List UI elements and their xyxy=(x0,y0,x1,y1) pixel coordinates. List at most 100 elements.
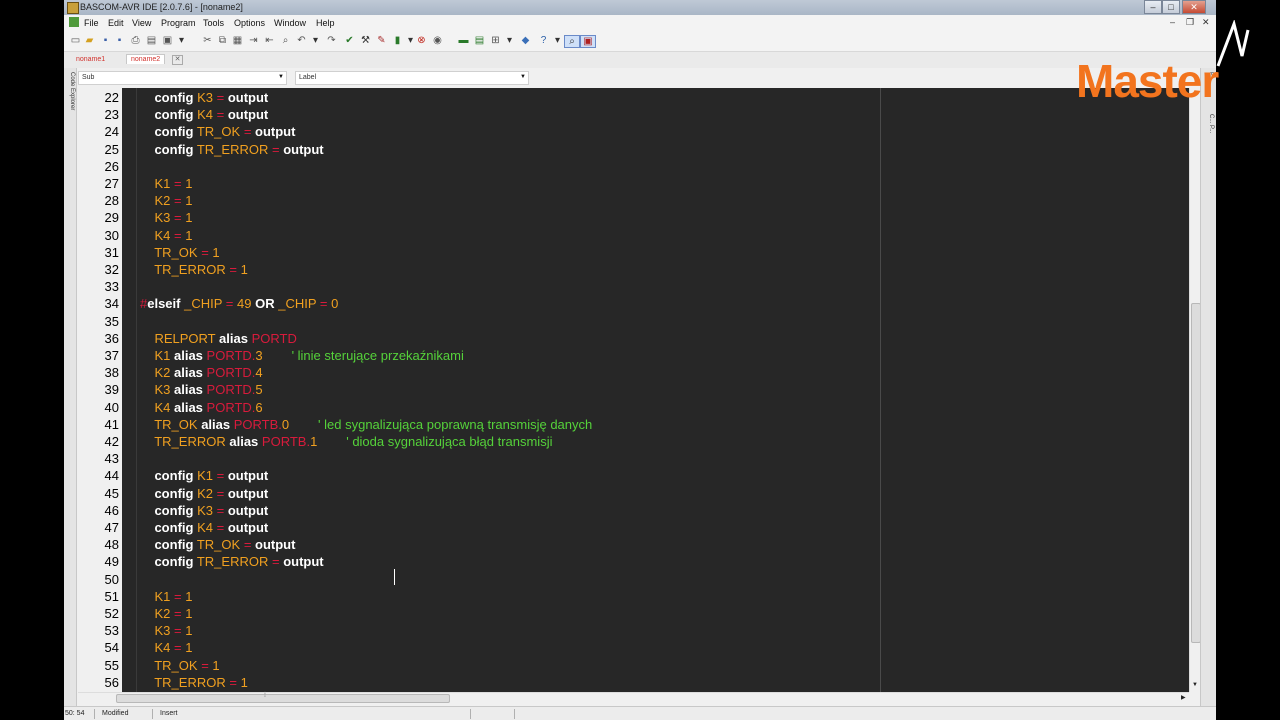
code-line[interactable]: 53 K3 = 1 xyxy=(78,622,1189,639)
tab-noname1[interactable]: noname1 xyxy=(72,55,109,64)
stop-icon[interactable]: ⊗ xyxy=(416,35,427,46)
code-line[interactable]: 55 TR_OK = 1 xyxy=(78,657,1189,674)
redo-icon[interactable]: ↷ xyxy=(326,35,337,46)
lcd-designer-icon[interactable]: ▤ xyxy=(474,35,485,46)
print-preview-icon[interactable]: ▤ xyxy=(146,35,157,46)
mdi-close-button[interactable]: ✕ xyxy=(1202,17,1210,28)
menu-file[interactable]: File xyxy=(84,18,99,28)
code-line[interactable]: 23 config K4 = output xyxy=(78,106,1189,123)
bookmark-icon[interactable]: ◆ xyxy=(520,35,531,46)
code-line[interactable]: 56 TR_ERROR = 1 xyxy=(78,674,1189,691)
properties-icon[interactable]: ▣ xyxy=(162,35,173,46)
code-line[interactable]: 31 TR_OK = 1 xyxy=(78,244,1189,261)
code-line[interactable]: 30 K4 = 1 xyxy=(78,227,1189,244)
code-line[interactable]: 41 TR_OK alias PORTB.0 ' led sygnalizują… xyxy=(78,416,1189,433)
code-line[interactable]: 52 K2 = 1 xyxy=(78,605,1189,622)
code-line[interactable]: 46 config K3 = output xyxy=(78,502,1189,519)
menu-options[interactable]: Options xyxy=(234,18,265,28)
indent-icon[interactable]: ⇥ xyxy=(248,35,259,46)
code-line[interactable]: 32 TR_ERROR = 1 xyxy=(78,261,1189,278)
code-line[interactable]: 36 RELPORT alias PORTD xyxy=(78,330,1189,347)
code-line[interactable]: 34 #elseif _CHIP = 49 OR _CHIP = 0 xyxy=(78,295,1189,312)
simulate-icon[interactable]: ▮ xyxy=(392,35,403,46)
mdi-minimize-button[interactable]: – xyxy=(1170,17,1175,27)
code-line[interactable]: 29 K3 = 1 xyxy=(78,209,1189,226)
code-line[interactable]: 25 config TR_ERROR = output xyxy=(78,141,1189,158)
status-cursor-position: 50: 54 xyxy=(65,710,85,717)
menu-window[interactable]: Window xyxy=(274,18,306,28)
save-all-icon[interactable]: ▪ xyxy=(114,35,125,46)
dropdown-arrow-icon[interactable]: ▾ xyxy=(310,35,321,46)
close-tab-icon[interactable]: ✕ xyxy=(172,55,183,65)
dropdown-arrow-icon[interactable]: ▾ xyxy=(504,35,515,46)
horizontal-scroll-thumb[interactable] xyxy=(116,694,450,703)
code-line[interactable]: 40 K4 alias PORTD.6 xyxy=(78,399,1189,416)
scroll-right-icon[interactable]: ▶ xyxy=(1181,694,1186,701)
code-line[interactable]: 27 K1 = 1 xyxy=(78,175,1189,192)
debug-icon[interactable]: ◉ xyxy=(432,35,443,46)
close-button[interactable]: ✕ xyxy=(1182,0,1206,14)
code-line[interactable]: 45 config K2 = output xyxy=(78,485,1189,502)
code-line[interactable]: 33 xyxy=(78,278,1189,295)
dropdown-arrow-icon[interactable]: ▾ xyxy=(176,35,187,46)
tab-noname2[interactable]: noname2 xyxy=(126,54,166,64)
chip-settings-icon[interactable]: ⊞ xyxy=(490,35,501,46)
scroll-down-icon[interactable]: ▼ xyxy=(1192,682,1198,688)
open-folder-icon[interactable]: ▰ xyxy=(84,35,95,46)
undo-icon[interactable]: ↶ xyxy=(296,35,307,46)
code-line[interactable]: 54 K4 = 1 xyxy=(78,639,1189,656)
code-line[interactable]: 37 K1 alias PORTD.3 ' linie sterujące pr… xyxy=(78,347,1189,364)
sub-combo[interactable]: Sub ▼ xyxy=(78,71,287,85)
code-token: PORTD xyxy=(251,330,297,346)
code-line[interactable]: 50 xyxy=(78,571,1189,588)
cut-icon[interactable]: ✂ xyxy=(202,35,213,46)
print-icon[interactable]: ⎙ xyxy=(130,35,141,46)
terminal-icon[interactable]: ▬ xyxy=(458,35,469,46)
copy-icon[interactable]: ⧉ xyxy=(217,35,228,46)
right-dock-panel[interactable]: P... C... P... xyxy=(1200,68,1216,708)
outdent-icon[interactable]: ⇤ xyxy=(264,35,275,46)
code-explorer-tab[interactable]: Code Explorer xyxy=(65,72,75,122)
code-line[interactable]: 49 config TR_ERROR = output xyxy=(78,553,1189,570)
paste-icon[interactable]: ▦ xyxy=(232,35,243,46)
code-editor[interactable]: 22 config K3 = output 23 config K4 = outp… xyxy=(78,88,1189,692)
code-line[interactable]: 44 config K1 = output xyxy=(78,467,1189,484)
code-explorer-panel[interactable]: Code Explorer xyxy=(64,68,77,708)
dropdown-arrow-icon[interactable]: ▾ xyxy=(552,35,563,46)
help-icon[interactable]: ? xyxy=(538,35,549,46)
code-line[interactable]: 22 config K3 = output xyxy=(78,89,1189,106)
program-chip-icon[interactable]: ✎ xyxy=(376,35,387,46)
code-line[interactable]: 26 xyxy=(78,158,1189,175)
code-line[interactable]: 24 config TR_OK = output xyxy=(78,123,1189,140)
menu-program[interactable]: Program xyxy=(161,18,196,28)
code-line[interactable]: 39 K3 alias PORTD.5 xyxy=(78,381,1189,398)
code-line[interactable]: 47 config K4 = output xyxy=(78,519,1189,536)
menu-help[interactable]: Help xyxy=(316,18,335,28)
code-line[interactable]: 28 K2 = 1 xyxy=(78,192,1189,209)
dropdown-arrow-icon[interactable]: ▾ xyxy=(405,35,416,46)
code-line[interactable]: 51 K1 = 1 xyxy=(78,588,1189,605)
mdi-restore-button[interactable]: ❐ xyxy=(1186,17,1194,28)
code-line[interactable]: 48 config TR_OK = output xyxy=(78,536,1189,553)
right-dock-tab-mid[interactable]: C... P... xyxy=(1204,114,1214,133)
new-file-icon[interactable]: ▭ xyxy=(70,35,81,46)
code-line[interactable]: 35 xyxy=(78,313,1189,330)
code-line[interactable]: 43 xyxy=(78,450,1189,467)
label-combo[interactable]: Label ▼ xyxy=(295,71,529,85)
code-token: K1 xyxy=(154,176,171,191)
zoom-icon[interactable]: ⌕ xyxy=(564,35,580,48)
menu-view[interactable]: View xyxy=(132,18,151,28)
save-icon[interactable]: ▪ xyxy=(100,35,111,46)
code-token: output xyxy=(227,107,269,123)
horizontal-scrollbar[interactable]: ⁞ ▶ xyxy=(78,692,1189,704)
menu-edit[interactable]: Edit xyxy=(108,18,124,28)
maximize-button[interactable]: □ xyxy=(1162,0,1180,14)
code-line[interactable]: 38 K2 alias PORTD.4 xyxy=(78,364,1189,381)
code-line[interactable]: 42 TR_ERROR alias PORTB.1 ' dioda sygnal… xyxy=(78,433,1189,450)
pdf-icon[interactable]: ▣ xyxy=(580,35,596,48)
find-icon[interactable]: ⌕ xyxy=(280,35,291,46)
minimize-button[interactable]: – xyxy=(1144,0,1162,14)
menu-tools[interactable]: Tools xyxy=(203,18,224,28)
compile-icon[interactable]: ⚒ xyxy=(360,35,371,46)
syntax-check-icon[interactable]: ✔ xyxy=(344,35,355,46)
